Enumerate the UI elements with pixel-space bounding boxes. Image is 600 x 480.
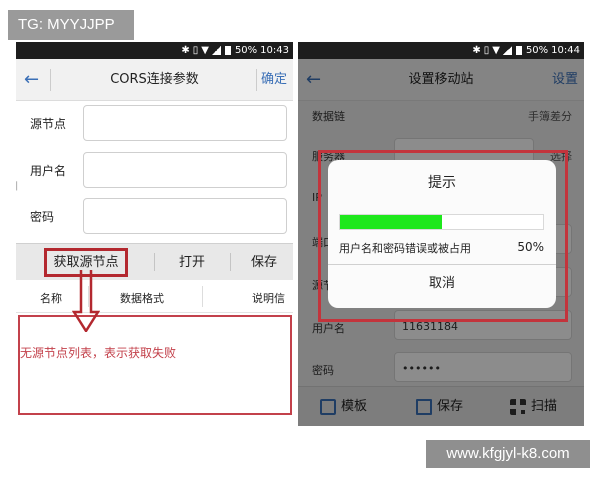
status-bar: ✱ ▯ ▼ 50% 10:44 (298, 42, 584, 59)
signal-icon (502, 46, 512, 55)
page-title: CORS连接参数 (110, 72, 199, 87)
form-row-source-node: 源节点 (16, 103, 293, 143)
divider (230, 253, 231, 271)
field-label: 密码 (30, 210, 55, 224)
field-label: 源节点 (30, 117, 67, 131)
edge-handle-icon: ◖ (16, 178, 24, 196)
save-button[interactable]: 保存 (238, 244, 290, 281)
watermark-top: TG: MYYJJPP (8, 10, 134, 40)
annotation-box (18, 315, 292, 415)
dialog-title: 提示 (428, 175, 456, 191)
progress-bar-fill (340, 215, 442, 229)
title-bar: ← CORS连接参数 确定 (16, 59, 293, 101)
left-phone-screen: ✱ ▯ ▼ 50% 10:43 ← CORS连接参数 确定 源节点 用户名 密码… (16, 42, 293, 426)
bluetooth-icon: ✱ (181, 45, 190, 56)
battery-percent: 50% (234, 45, 258, 56)
divider (154, 253, 155, 271)
right-phone-screen: ✱ ▯ ▼ 50% 10:44 ← 设置移动站 设置 数据链 手簿差分 服务器 … (298, 42, 584, 426)
status-bar: ✱ ▯ ▼ 50% 10:43 (16, 42, 293, 59)
password-input[interactable] (83, 198, 287, 234)
divider (328, 264, 556, 265)
confirm-button[interactable]: 确定 (261, 59, 287, 101)
username-input[interactable] (83, 152, 287, 188)
clock: 10:43 (260, 45, 289, 56)
progress-bar (339, 214, 544, 230)
column-header-description: 说明信 (252, 292, 285, 305)
signal-icon (211, 46, 221, 55)
bluetooth-icon: ✱ (472, 45, 481, 56)
dialog-message: 用户名和密码错误或被占用 (339, 242, 471, 255)
divider (202, 286, 203, 307)
watermark-bottom: www.kfgjyl-k8.com (426, 440, 590, 468)
down-arrow-icon (72, 270, 100, 332)
divider (50, 69, 51, 91)
form-row-password: 密码 (16, 196, 293, 236)
column-header-name: 名称 (40, 292, 62, 305)
table-header: 名称 数据格式 说明信 (16, 280, 293, 313)
action-toolbar: 获取源节点 打开 保存 (16, 243, 293, 280)
cancel-button[interactable]: 取消 (328, 272, 556, 291)
field-label: 用户名 (30, 164, 67, 178)
vibrate-icon: ▯ (192, 45, 199, 56)
source-node-input[interactable] (83, 105, 287, 141)
wifi-icon: ▼ (201, 45, 209, 56)
divider (256, 69, 257, 91)
form-row-username: 用户名 (16, 150, 293, 190)
vibrate-icon: ▯ (483, 45, 490, 56)
back-arrow-icon[interactable]: ← (24, 59, 39, 101)
clock: 10:44 (551, 45, 580, 56)
battery-percent: 50% (525, 45, 549, 56)
battery-icon (224, 46, 231, 55)
progress-dialog: 提示 用户名和密码错误或被占用 50% 取消 (328, 160, 556, 308)
progress-percent: 50% (517, 240, 544, 254)
open-button[interactable]: 打开 (166, 244, 218, 281)
column-header-format: 数据格式 (120, 292, 164, 305)
battery-icon (515, 46, 522, 55)
annotation-text: 无源节点列表，表示获取失败 (20, 346, 177, 360)
wifi-icon: ▼ (492, 45, 500, 56)
